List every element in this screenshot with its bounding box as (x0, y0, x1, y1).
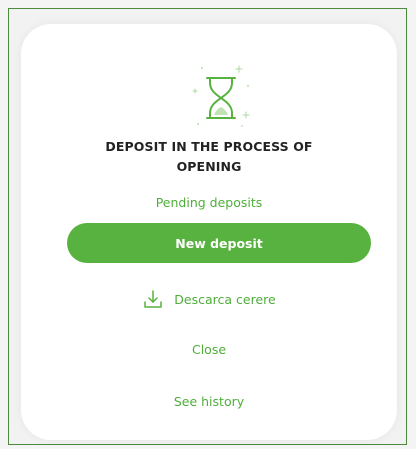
page: { "modal": { "title": "DEPOSIT IN THE PR… (0, 0, 416, 449)
download-request-link[interactable]: Descarca cerere (21, 287, 397, 311)
see-history-link[interactable]: See history (21, 394, 397, 409)
modal-title: DEPOSIT IN THE PROCESS OF OPENING (105, 139, 313, 174)
pending-deposits-link[interactable]: Pending deposits (21, 195, 397, 210)
download-request-label: Descarca cerere (174, 291, 276, 307)
close-link[interactable]: Close (21, 342, 397, 357)
hourglass-icon (192, 65, 250, 127)
deposit-modal-card: DEPOSIT IN THE PROCESS OF OPENING Pendin… (21, 24, 397, 440)
new-deposit-button[interactable]: New deposit (67, 223, 371, 263)
download-icon (144, 290, 163, 308)
